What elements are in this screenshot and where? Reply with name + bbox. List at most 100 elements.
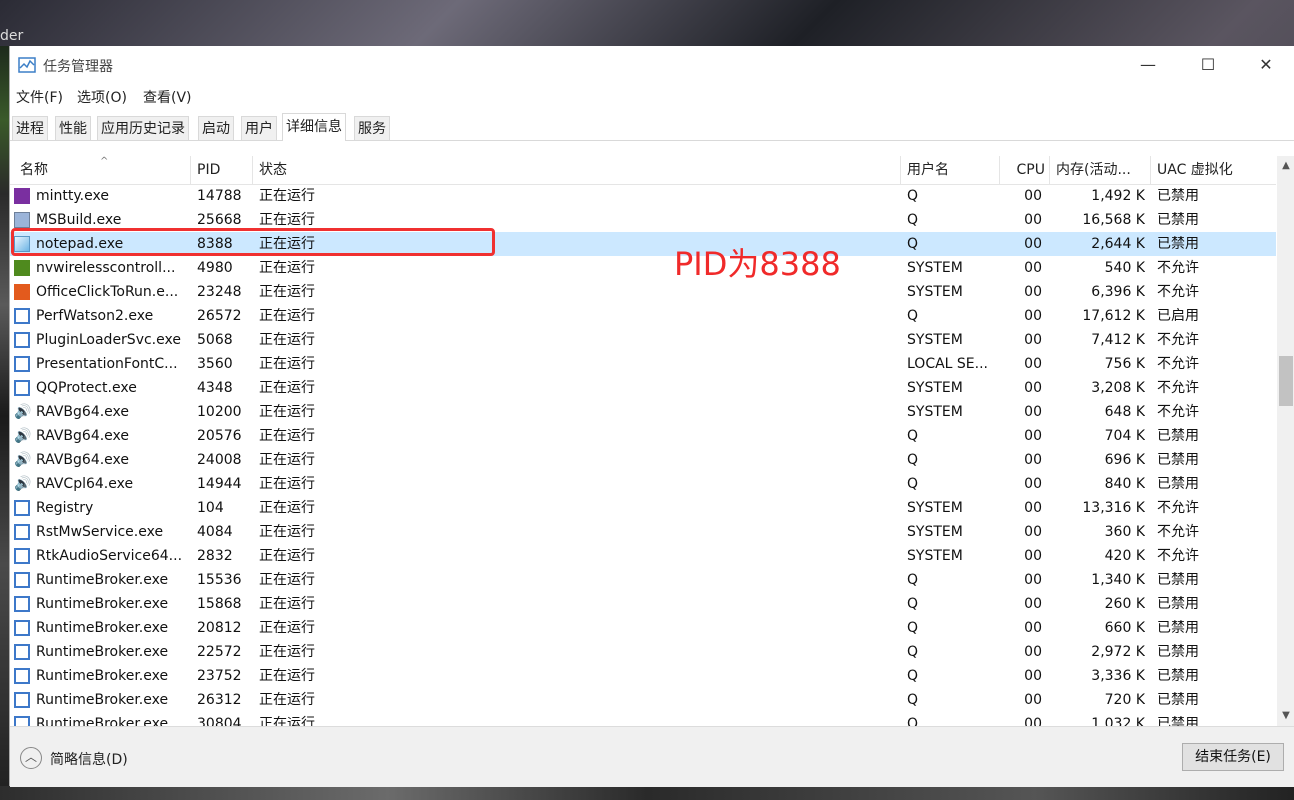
tab-processes[interactable]: 进程 [12,116,48,140]
tab-services[interactable]: 服务 [354,116,390,140]
fewer-details-link[interactable]: 简略信息(D) [50,749,128,769]
process-user: SYSTEM [907,500,963,516]
tab-details[interactable]: 详细信息 [282,113,346,141]
process-name: RtkAudioService64... [36,548,183,564]
table-row[interactable]: 🔊 RAVBg64.exe 24008 正在运行 Q 00 696 K 已禁用 [10,448,1276,472]
table-row[interactable]: RuntimeBroker.exe 15868 正在运行 Q 00 260 K 已禁用 [10,592,1276,616]
process-pid: 4980 [197,260,233,276]
row-icon-cell [14,520,34,544]
process-status: 正在运行 [259,524,315,540]
maximize-button[interactable]: ☐ [1185,46,1231,84]
vertical-scrollbar[interactable]: ▲ ▼ [1277,156,1294,726]
process-uac: 已禁用 [1157,668,1199,684]
menu-bar: 文件(F) 选项(O) 查看(V) [10,84,1294,108]
process-user: SYSTEM [907,284,963,300]
column-memory[interactable]: 内存(活动... [1050,156,1151,184]
table-row[interactable]: OfficeClickToRun.e... 23248 正在运行 SYSTEM 00 6,… [10,280,1276,304]
scroll-down-icon[interactable]: ▼ [1277,708,1294,724]
process-name: RuntimeBroker.exe [36,716,169,726]
tab-startup[interactable]: 启动 [198,116,234,140]
sort-ascending-icon: ^ [100,156,109,167]
row-icon-cell [14,712,34,726]
process-name: RuntimeBroker.exe [36,692,169,708]
menu-view[interactable]: 查看(V) [143,87,192,107]
process-pid: 26572 [197,308,242,324]
process-uac: 不允许 [1157,284,1199,300]
window-title: 任务管理器 [43,59,113,75]
process-cpu: 00 [1024,428,1042,444]
process-memory: 260 K [1104,596,1145,612]
process-pid: 5068 [197,332,233,348]
process-status: 正在运行 [259,404,315,420]
table-row[interactable]: 🔊 RAVCpl64.exe 14944 正在运行 Q 00 840 K 已禁用 [10,472,1276,496]
process-uac: 不允许 [1157,524,1199,540]
table-row[interactable]: RtkAudioService64... 2832 正在运行 SYSTEM 00 420 … [10,544,1276,568]
window-app-icon [14,332,30,348]
window-app-icon [14,356,30,372]
row-icon-cell [14,328,34,352]
column-cpu[interactable]: CPU [1000,156,1050,184]
process-status: 正在运行 [259,692,315,708]
column-uac[interactable]: UAC 虚拟化 [1151,156,1276,184]
table-row[interactable]: RuntimeBroker.exe 30804 正在运行 Q 00 1,032 K 已禁用 [10,712,1276,726]
process-status: 正在运行 [259,500,315,516]
window-app-icon [14,500,30,516]
process-user: Q [907,716,919,726]
table-row[interactable]: RuntimeBroker.exe 15536 正在运行 Q 00 1,340 K 已禁用 [10,568,1276,592]
process-pid: 15868 [197,596,242,612]
menu-options[interactable]: 选项(O) [77,87,127,107]
process-name: RuntimeBroker.exe [36,620,169,636]
table-row[interactable]: nvwirelesscontroll... 4980 正在运行 SYSTEM 00 540… [10,256,1276,280]
process-pid: 10200 [197,404,242,420]
window-app-icon [14,692,30,708]
scroll-thumb[interactable] [1279,356,1293,406]
table-row[interactable]: PresentationFontC... 3560 正在运行 LOCAL SE... 0… [10,352,1276,376]
table-row[interactable]: RuntimeBroker.exe 22572 正在运行 Q 00 2,972 K 已禁用 [10,640,1276,664]
table-row[interactable]: Registry 104 正在运行 SYSTEM 00 13,316 K 不允许 [10,496,1276,520]
column-user[interactable]: 用户名 [901,156,1000,184]
table-row[interactable]: PerfWatson2.exe 26572 正在运行 Q 00 17,612 K 已启用 [10,304,1276,328]
process-user: Q [907,452,919,468]
process-uac: 已禁用 [1157,476,1199,492]
end-task-button[interactable]: 结束任务(E) [1182,743,1284,771]
column-name[interactable]: 名称 ^ [14,156,191,184]
row-icon-cell [14,304,34,328]
process-cpu: 00 [1024,308,1042,324]
minimize-button[interactable]: — [1125,46,1171,84]
table-row[interactable]: mintty.exe 14788 正在运行 Q 00 1,492 K 已禁用 [10,184,1276,208]
process-uac: 已禁用 [1157,188,1199,204]
title-bar[interactable]: 任务管理器 — ☐ ✕ [10,46,1294,84]
tab-app-history[interactable]: 应用历史记录 [97,116,189,140]
table-row[interactable]: RuntimeBroker.exe 20812 正在运行 Q 00 660 K 已禁用 [10,616,1276,640]
table-row[interactable]: RstMwService.exe 4084 正在运行 SYSTEM 00 360 K 不允许 [10,520,1276,544]
menu-file[interactable]: 文件(F) [16,87,63,107]
column-pid[interactable]: PID [191,156,253,184]
window-app-icon [14,524,30,540]
process-pid: 4084 [197,524,233,540]
table-row[interactable]: RuntimeBroker.exe 26312 正在运行 Q 00 720 K 已禁用 [10,688,1276,712]
table-row[interactable]: RuntimeBroker.exe 23752 正在运行 Q 00 3,336 K 已禁用 [10,664,1276,688]
column-status[interactable]: 状态 [253,156,901,184]
table-row[interactable]: PluginLoaderSvc.exe 5068 正在运行 SYSTEM 00 7,412… [10,328,1276,352]
table-row[interactable]: QQProtect.exe 4348 正在运行 SYSTEM 00 3,208 K 不允许 [10,376,1276,400]
process-name: OfficeClickToRun.e... [36,284,179,300]
process-memory: 2,644 K [1091,236,1145,252]
process-status: 正在运行 [259,476,315,492]
table-row[interactable]: 🔊 RAVBg64.exe 10200 正在运行 SYSTEM 00 648 K 不允许 [10,400,1276,424]
process-name: RuntimeBroker.exe [36,572,169,588]
process-name: PerfWatson2.exe [36,308,154,324]
annotation-highlight-box [11,228,495,256]
process-cpu: 00 [1024,524,1042,540]
process-user: Q [907,308,919,324]
process-user: SYSTEM [907,524,963,540]
window-app-icon [14,668,30,684]
tab-performance[interactable]: 性能 [55,116,91,140]
chevron-up-icon[interactable]: ︿ [20,747,42,769]
table-row[interactable]: 🔊 RAVBg64.exe 20576 正在运行 Q 00 704 K 已禁用 [10,424,1276,448]
scroll-up-icon[interactable]: ▲ [1277,158,1294,174]
row-icon-cell [14,688,34,712]
process-cpu: 00 [1024,380,1042,396]
close-button[interactable]: ✕ [1243,46,1289,84]
process-name: PluginLoaderSvc.exe [36,332,181,348]
tab-users[interactable]: 用户 [241,116,277,140]
